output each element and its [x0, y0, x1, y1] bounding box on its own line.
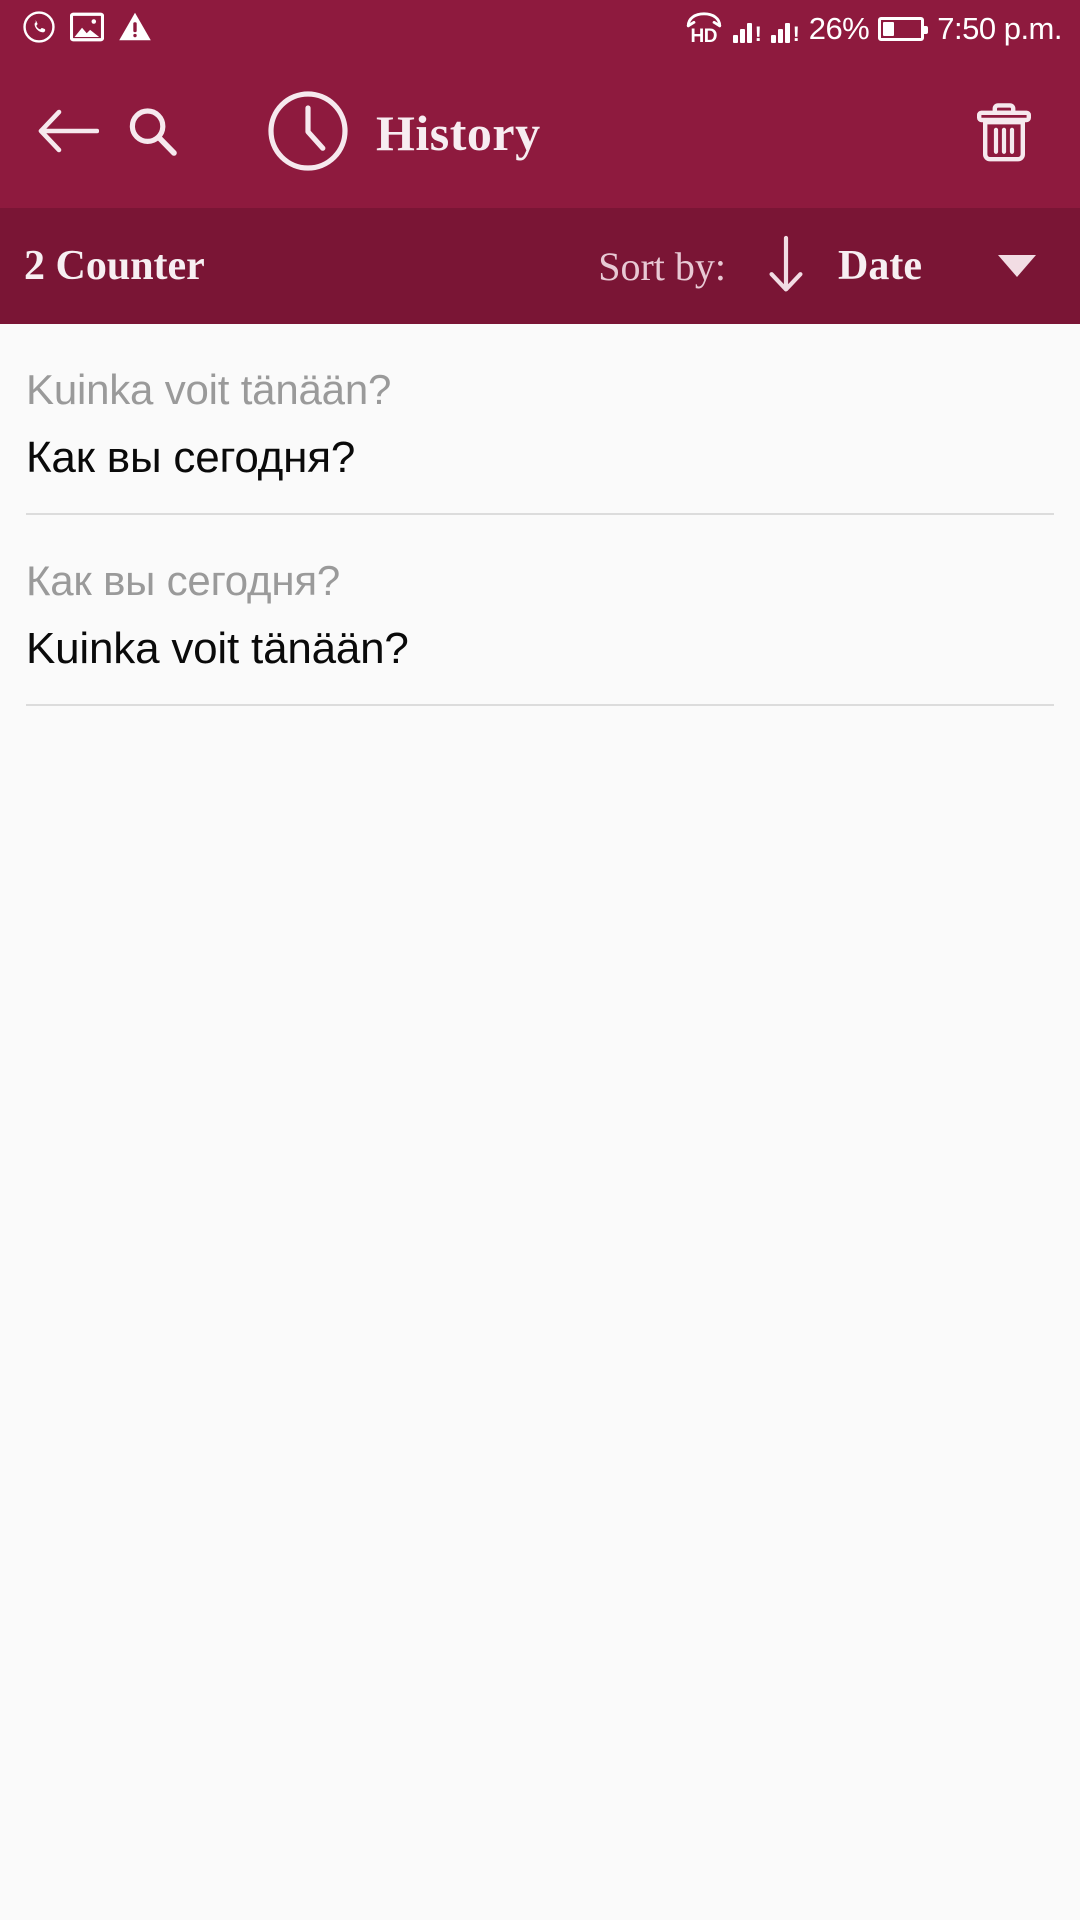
arrow-down-icon [768, 235, 804, 298]
history-item-target-text: Kuinka voit tänään? [26, 624, 409, 674]
sort-value-label[interactable]: Date [838, 242, 922, 290]
signal-bars-icon-sim2: ! [770, 15, 800, 46]
signal-bar [739, 29, 745, 43]
back-arrow-icon [37, 108, 100, 159]
trash-icon [976, 99, 1032, 168]
history-list-item[interactable]: Как вы сегодня? Kuinka voit tänään? [0, 514, 1080, 706]
sort-control-group[interactable]: Sort by: Date [598, 235, 1036, 298]
sort-direction-button[interactable] [768, 235, 804, 298]
signal-bar [784, 23, 790, 43]
clock-icon [266, 89, 350, 178]
search-button[interactable] [110, 91, 194, 175]
volte-hd-icon: HD [684, 12, 724, 46]
sort-by-label: Sort by: [598, 243, 727, 289]
history-list-item[interactable]: Kuinka voit tänään? Как вы сегодня? [0, 324, 1080, 515]
app-bar: History [0, 58, 1080, 208]
battery-fill [883, 22, 895, 36]
search-icon [124, 103, 180, 164]
counter-label: 2 Counter [24, 243, 205, 289]
signal-bar [732, 35, 738, 43]
status-bar-left-icons [22, 10, 152, 49]
page-title: History [376, 105, 541, 161]
history-item-source-text: Как вы сегодня? [26, 556, 341, 604]
battery-percentage: 26% [808, 11, 870, 46]
history-item-target-text: Как вы сегодня? [26, 433, 356, 483]
status-bar: HD ! ! 26% 7:50 p.m. [0, 0, 1080, 58]
back-button[interactable] [26, 91, 110, 175]
signal-bar [777, 29, 783, 43]
app-bar-title-group: History [266, 89, 541, 178]
delete-history-button[interactable] [962, 91, 1046, 175]
warning-icon [118, 11, 152, 47]
signal-bar [770, 35, 776, 43]
signal-bar [746, 23, 752, 43]
volte-label: HD [690, 26, 717, 47]
whatsapp-icon [22, 10, 56, 49]
status-bar-time: 7:50 p.m. [937, 11, 1062, 46]
image-icon [69, 12, 105, 47]
signal-alert-label: ! [754, 23, 762, 46]
history-item-source-text: Kuinka voit tänään? [26, 366, 392, 413]
history-list: Kuinka voit tänään? Как вы сегодня? Как … [0, 324, 1080, 706]
battery-icon [878, 17, 929, 41]
signal-alert-label: ! [792, 23, 800, 46]
status-bar-right-indicators: HD ! ! 26% 7:50 p.m. [684, 11, 1062, 47]
caret-down-icon[interactable] [998, 255, 1036, 277]
sort-bar: 2 Counter Sort by: Date [0, 208, 1080, 324]
list-divider [26, 703, 1054, 706]
signal-bars-icon-sim1: ! [732, 15, 762, 46]
